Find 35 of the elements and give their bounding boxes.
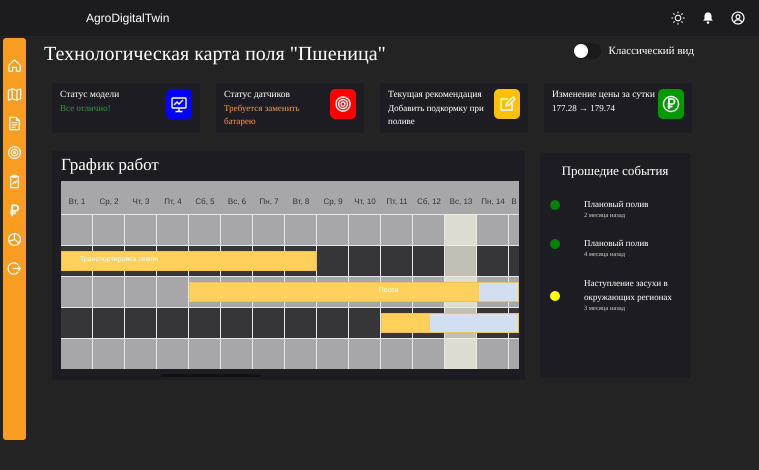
view-toggle-switch[interactable] xyxy=(572,43,601,59)
card-title: Текущая рекомендация xyxy=(388,89,483,102)
card-value: Требуется заменить батарею xyxy=(224,102,301,128)
day-header: Вс, 13 xyxy=(448,196,474,208)
sun-icon[interactable] xyxy=(671,11,685,25)
events-title: Прошедие события xyxy=(560,162,670,180)
card-title: Статус модели xyxy=(60,89,120,102)
day-header: Чт, 3 xyxy=(131,196,150,208)
toggle-label: Классический вид xyxy=(608,44,694,59)
day-header: Ср, 9 xyxy=(322,196,344,208)
app-brand[interactable]: AgroDigitalTwin xyxy=(86,9,170,27)
card-value: 177.28 → 179.74 xyxy=(552,102,616,115)
page-title: Технологическая карта поля "Пшеница" xyxy=(44,42,386,66)
day-header: Пт, 4 xyxy=(163,196,183,208)
card-value: Все отлично! xyxy=(60,102,112,115)
card-value: Добавить подкормку при поливе xyxy=(388,102,485,128)
day-header: Сб, 5 xyxy=(194,196,216,208)
card-title: Изменение цены за сутки xyxy=(552,89,655,102)
schedule-title: График работ xyxy=(61,155,160,175)
day-header: Вт, 1 xyxy=(68,196,86,208)
card-title: Статус датчиков xyxy=(224,89,292,102)
day-header: Пт, 11 xyxy=(385,196,409,208)
day-header: Вт, 8 xyxy=(292,196,310,208)
day-header: В xyxy=(510,196,518,208)
event-title: Плановый полив xyxy=(584,237,648,250)
notification-bell-icon[interactable] xyxy=(701,11,715,25)
day-header: Вс, 6 xyxy=(226,196,248,208)
event-title: Плановый полив xyxy=(584,198,648,210)
event-title: Наступление засухи в окружающих регионах xyxy=(584,277,673,304)
day-header: Пн, 7 xyxy=(258,196,280,208)
day-header: Чт, 10 xyxy=(353,196,377,208)
day-header: Ср, 2 xyxy=(98,196,120,208)
user-profile-icon[interactable] xyxy=(731,11,745,25)
day-header: Пн, 14 xyxy=(480,196,506,208)
day-header: Сб, 12 xyxy=(416,196,442,208)
